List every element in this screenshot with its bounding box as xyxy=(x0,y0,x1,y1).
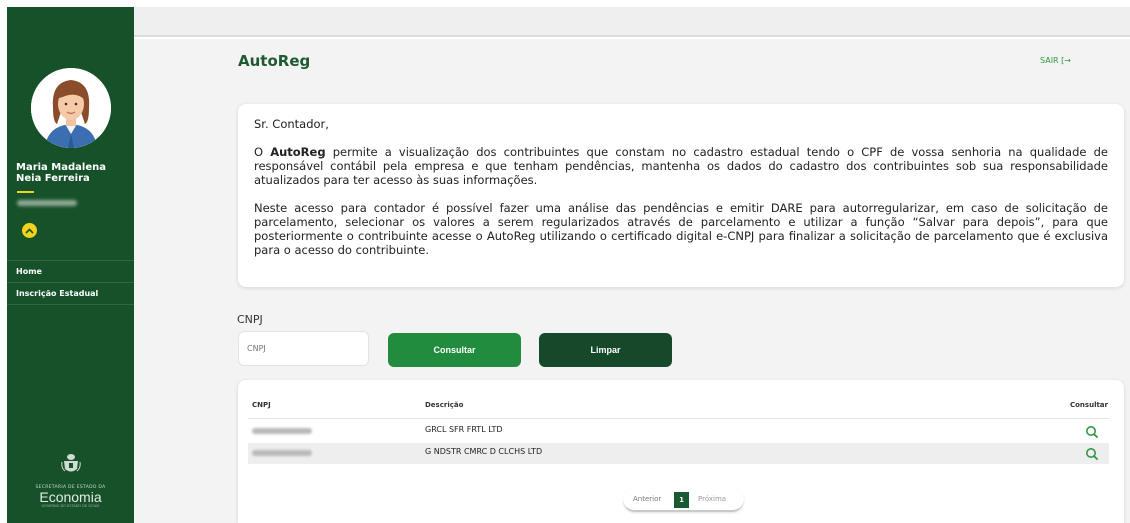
brand-name: AutoReg xyxy=(270,145,326,159)
main-content: AutoReg SAIR [→ Sr. Contador, O AutoReg … xyxy=(134,39,1130,523)
page: Maria Madalena Neia Ferreira Home Inscri… xyxy=(0,0,1130,523)
info-card: Sr. Contador, O AutoReg permite a visual… xyxy=(238,104,1124,287)
sidebar: Maria Madalena Neia Ferreira Home Inscri… xyxy=(7,7,134,523)
greeting-text: Sr. Contador, xyxy=(254,117,329,131)
name-underline xyxy=(17,191,34,193)
avatar xyxy=(31,68,111,148)
cnpj-cell-blurred xyxy=(252,428,312,434)
logo-footer: GOVERNO DO ESTADO DE GOIÁS xyxy=(41,504,100,508)
header-divider xyxy=(248,418,1109,419)
consultar-button[interactable]: Consultar xyxy=(388,333,521,367)
cnpj-input[interactable] xyxy=(238,331,369,366)
next-page-link[interactable]: Próxima xyxy=(698,495,726,503)
top-bar xyxy=(134,7,1130,37)
page-title: AutoReg xyxy=(238,52,311,70)
user-cpf-blurred xyxy=(17,200,77,206)
nav-separator xyxy=(7,304,134,305)
cnpj-label: CNPJ xyxy=(237,313,263,326)
info-paragraph-2: Neste acesso para contador é possível fa… xyxy=(254,201,1108,257)
results-table: CNPJ Descrição Consultar GRCL SFR FRTL L… xyxy=(238,380,1124,523)
sidebar-item-home[interactable]: Home xyxy=(7,261,134,282)
table-row: GRCL SFR FRTL LTD xyxy=(248,421,1109,442)
chevron-up-icon xyxy=(25,227,34,234)
pagination: Anterior 1 Próxima xyxy=(623,488,744,512)
logout-link[interactable]: SAIR [→ xyxy=(1040,56,1071,65)
government-logo: SECRETARIA DE ESTADO DA Economia GOVERNO… xyxy=(7,453,134,508)
info-paragraph-1: O AutoReg permite a visualização dos con… xyxy=(254,145,1108,187)
page-number-button[interactable]: 1 xyxy=(674,492,689,508)
column-header-cnpj: CNPJ xyxy=(252,401,271,409)
sidebar-item-inscricao-estadual[interactable]: Inscrição Estadual xyxy=(7,283,134,304)
search-icon[interactable] xyxy=(1085,447,1099,461)
descricao-cell: G NDSTR CMRC D CLCHS LTD xyxy=(425,447,543,456)
user-name: Maria Madalena Neia Ferreira xyxy=(16,162,106,184)
info-prefix: O xyxy=(254,145,271,159)
expand-button[interactable] xyxy=(22,223,37,238)
crest-icon xyxy=(60,454,81,472)
logo-title: Economia xyxy=(39,489,102,505)
table-row: G NDSTR CMRC D CLCHS LTD xyxy=(248,443,1109,464)
limpar-button[interactable]: Limpar xyxy=(539,333,672,367)
cnpj-cell-blurred xyxy=(252,450,312,456)
previous-page-link[interactable]: Anterior xyxy=(633,495,661,503)
column-header-descricao: Descrição xyxy=(425,401,464,409)
column-header-consultar: Consultar xyxy=(1069,401,1108,409)
info-text: permite a visualização dos contribuintes… xyxy=(254,145,1108,187)
descricao-cell: GRCL SFR FRTL LTD xyxy=(425,425,503,434)
search-icon[interactable] xyxy=(1085,425,1099,439)
